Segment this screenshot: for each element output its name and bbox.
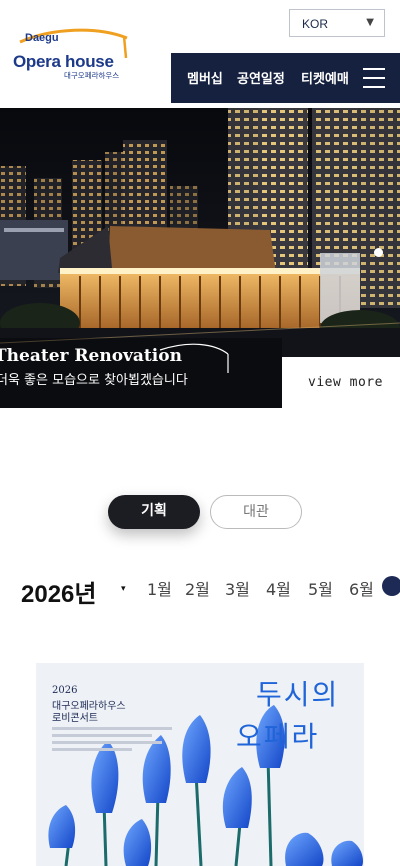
tab-rental[interactable]: 대관	[210, 495, 302, 529]
hero-subtitle: 더욱 좋은 모습으로 찾아뵙겠습니다	[0, 373, 188, 388]
year-selector[interactable]: 2026년	[21, 574, 96, 609]
poster-fine-print	[52, 727, 182, 755]
caret-down-icon[interactable]: ▾	[121, 584, 126, 594]
hero-title: Theater Renovation	[0, 346, 182, 366]
month-item[interactable]: 2월	[185, 576, 210, 600]
language-selected: KOR	[302, 17, 329, 31]
month-item[interactable]: 6월	[349, 576, 374, 600]
chevron-down-icon: ▼	[366, 17, 374, 28]
month-item[interactable]: 4월	[266, 576, 291, 600]
month-active-indicator[interactable]	[382, 576, 400, 596]
main-nav: 멤버십 공연일정 티켓예매	[171, 53, 400, 103]
poster-title-line2: 오페라	[236, 720, 320, 753]
view-more-label: view more	[308, 375, 383, 390]
logo-opera-house: Opera house	[13, 52, 114, 71]
language-select[interactable]: KOR ▼	[289, 9, 385, 37]
month-item[interactable]: 1월	[147, 576, 172, 600]
logo-daegu: Daegu	[25, 32, 59, 44]
logo-korean-name: 대구오페라하우스	[64, 71, 120, 80]
slide-indicator-dot[interactable]	[374, 248, 383, 257]
month-item[interactable]: 5월	[308, 576, 333, 600]
poster-series: 로비콘서트	[52, 713, 98, 724]
nav-item-membership[interactable]: 멤버십	[187, 68, 223, 87]
nav-item-tickets[interactable]: 티켓예매	[301, 68, 349, 87]
poster-title-line1: 두시의	[256, 678, 340, 711]
month-item[interactable]: 3월	[225, 576, 250, 600]
tab-planned[interactable]: 기획	[108, 495, 200, 529]
nav-item-schedule[interactable]: 공연일정	[237, 68, 285, 87]
performance-poster[interactable]: 2026 대구오페라하우스 로비콘서트 두시의 오페라	[36, 663, 364, 866]
logo[interactable]: Daegu Opera house 대구오페라하우스	[12, 28, 132, 86]
hamburger-menu-icon[interactable]	[363, 68, 385, 88]
hero-banner[interactable]: Theater Renovation 더욱 좋은 모습으로 찾아뵙겠습니다 vi…	[0, 108, 400, 408]
poster-year: 2026	[52, 685, 78, 696]
view-more-button[interactable]: view more	[282, 357, 400, 408]
